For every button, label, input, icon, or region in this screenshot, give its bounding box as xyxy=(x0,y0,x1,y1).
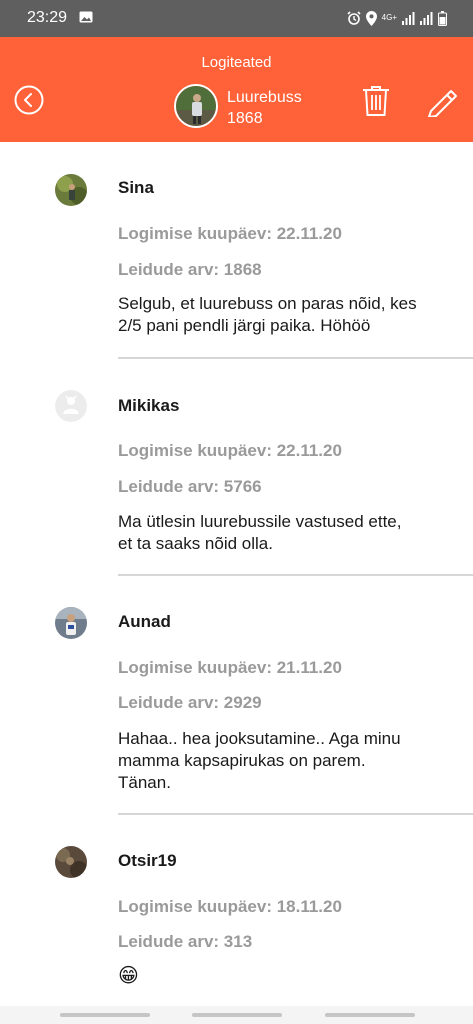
log-text-line: mamma kapsapirukas on parem. xyxy=(118,751,366,770)
log-text: Hahaa.. hea jooksutamine.. Aga minu mamm… xyxy=(118,728,438,794)
log-entry: Mikikas Logimise kuupäev: 22.11.20 Leidu… xyxy=(0,360,473,577)
divider xyxy=(118,574,473,576)
avatar[interactable] xyxy=(55,390,87,422)
log-text-line: Selgub, et luurebuss on paras nõid, kes xyxy=(118,294,417,313)
log-text-line: 2/5 pani pendli järgi paika. Höhöö xyxy=(118,316,371,335)
log-find-count: Leidude arv: 5766 xyxy=(118,477,262,496)
log-find-count: Leidude arv: 1868 xyxy=(118,260,262,279)
log-username[interactable]: Sina xyxy=(118,178,154,198)
signal-icon xyxy=(420,12,433,25)
log-text: 😁 xyxy=(118,965,438,987)
log-text-line: et ta saaks nõid olla. xyxy=(118,534,273,553)
log-date: Logimise kuupäev: 18.11.20 xyxy=(118,897,342,916)
avatar[interactable] xyxy=(55,174,87,206)
log-text-line: Hahaa.. hea jooksutamine.. Aga minu xyxy=(118,729,401,748)
log-text-line: Ma ütlesin luurebussile vastused ette, xyxy=(118,512,402,531)
network-type: 4G+ xyxy=(381,13,397,22)
log-date: Logimise kuupäev: 21.11.20 xyxy=(118,658,342,677)
status-bar: 23:29 4G+ xyxy=(0,0,473,37)
divider xyxy=(118,357,473,359)
log-find-count: Leidude arv: 2929 xyxy=(118,693,262,712)
alarm-icon xyxy=(347,11,361,25)
log-entry: Otsir19 Logimise kuupäev: 18.11.20 Leidu… xyxy=(0,815,473,1006)
log-entry: Sina Logimise kuupäev: 22.11.20 Leidude … xyxy=(0,142,473,360)
log-text: Ma ütlesin luurebussile vastused ette, e… xyxy=(118,511,438,555)
log-username[interactable]: Otsir19 xyxy=(118,851,177,871)
cache-name: Luurebuss xyxy=(227,89,302,106)
log-find-count: Leidude arv: 313 xyxy=(118,932,253,951)
app-header: Logiteated Luurebuss 1868 xyxy=(0,37,473,142)
log-date: Logimise kuupäev: 22.11.20 xyxy=(118,441,342,460)
back-circle-icon[interactable] xyxy=(14,85,44,115)
log-username[interactable]: Aunad xyxy=(118,612,171,632)
log-username[interactable]: Mikikas xyxy=(118,396,179,416)
log-entry: Aunad Logimise kuupäev: 21.11.20 Leidude… xyxy=(0,577,473,815)
battery-icon xyxy=(438,10,447,26)
nav-home-button[interactable] xyxy=(192,1013,282,1017)
signal-icon xyxy=(402,12,415,25)
avatar[interactable] xyxy=(55,846,87,878)
nav-recents-button[interactable] xyxy=(60,1013,150,1017)
gallery-icon xyxy=(79,11,93,23)
cache-avatar xyxy=(174,84,218,128)
log-date: Logimise kuupäev: 22.11.20 xyxy=(118,224,342,243)
log-text: Selgub, et luurebuss on paras nõid, kes … xyxy=(118,293,438,337)
nav-back-button[interactable] xyxy=(325,1013,415,1017)
pencil-icon[interactable] xyxy=(426,87,460,117)
status-time: 23:29 xyxy=(27,9,68,26)
log-text-line: Tänan. xyxy=(118,773,171,792)
trash-icon[interactable] xyxy=(362,85,390,117)
navigation-bar xyxy=(0,1006,473,1024)
page-title: Logiteated xyxy=(201,54,272,71)
location-icon xyxy=(365,10,377,26)
status-icons: 4G+ xyxy=(347,8,447,28)
avatar[interactable] xyxy=(55,607,87,639)
log-text-line: 😁 xyxy=(118,965,139,987)
cache-find-count: 1868 xyxy=(227,110,263,127)
